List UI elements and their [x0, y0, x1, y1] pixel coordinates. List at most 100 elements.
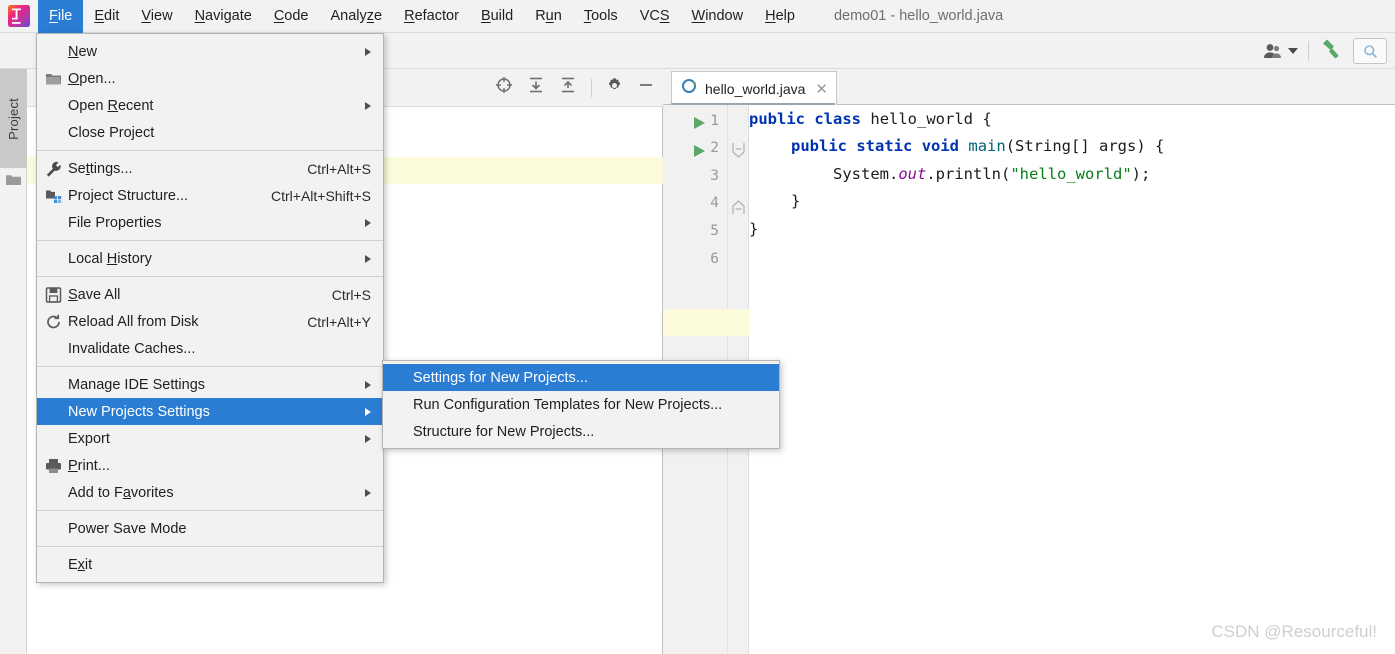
menu-item-invalidate-caches-label: Invalidate Caches... [68, 340, 196, 357]
code-system: System. [833, 165, 899, 183]
menu-item-settings-shortcut: Ctrl+Alt+S [307, 160, 371, 177]
code-paren: ( [1001, 165, 1011, 183]
submenu-item-structure-for-new-projects[interactable]: Structure for New Projects... [383, 418, 779, 445]
hide-panel-icon[interactable] [637, 76, 655, 99]
line-number: 6 [710, 251, 719, 267]
menu-item-settings[interactable]: Settings... Ctrl+Alt+S [37, 155, 383, 182]
menu-item-export[interactable]: Export [37, 425, 383, 452]
close-icon[interactable]: ✕ [815, 80, 828, 98]
sidebar-item-project[interactable]: Project [0, 69, 27, 168]
menu-window[interactable]: Window [681, 0, 755, 33]
submenu-arrow-icon [365, 407, 371, 416]
folder-icon [6, 173, 21, 186]
menu-separator [37, 276, 383, 277]
menu-item-print[interactable]: Print... [37, 452, 383, 479]
menu-view[interactable]: View [130, 0, 183, 33]
locate-target-icon[interactable] [495, 76, 513, 99]
menu-build[interactable]: Build [470, 0, 524, 33]
save-floppy-icon [45, 286, 62, 303]
code-classname: hello_world [870, 110, 974, 128]
java-class-icon [682, 78, 698, 99]
watermark: CSDN @Resourceful! [1211, 622, 1377, 641]
code-line-1: public class hello_world { [749, 106, 1395, 133]
menu-item-power-save-mode-label: Power Save Mode [68, 520, 187, 537]
menu-item-local-history[interactable]: Local History [37, 245, 383, 272]
menu-vcs[interactable]: VCS [629, 0, 681, 33]
code-kw: void [921, 137, 960, 155]
menu-item-reload-all-from-disk-shortcut: Ctrl+Alt+Y [307, 313, 371, 330]
menu-edit-mnemonic: E [94, 8, 105, 24]
submenu-item-run-configuration-templates[interactable]: Run Configuration Templates for New Proj… [383, 391, 779, 418]
menu-item-open[interactable]: Open... [37, 65, 383, 92]
code-method: main [968, 137, 1006, 155]
fold-region-close-icon[interactable] [732, 200, 745, 220]
code-string: "hello_world" [1010, 165, 1132, 183]
expand-all-icon[interactable] [527, 76, 545, 99]
menu-item-file-properties[interactable]: File Properties [37, 209, 383, 236]
editor-tab-hello-world[interactable]: hello_world.java ✕ [671, 71, 837, 105]
menu-item-new[interactable]: New [37, 38, 383, 65]
menu-bar: File Edit View Navigate Code Analyze Ref… [0, 0, 1395, 33]
chevron-down-icon[interactable] [1288, 48, 1298, 54]
menu-item-local-history-pre: Local [68, 250, 107, 267]
line-number: 4 [710, 195, 719, 211]
menu-item-open-recent[interactable]: Open Recent [37, 92, 383, 119]
search-icon [1363, 44, 1377, 58]
menu-refactor[interactable]: Refactor [393, 0, 470, 33]
menu-navigate[interactable]: Navigate [184, 0, 263, 33]
menu-item-local-history-mnemonic: H [106, 250, 118, 267]
submenu-arrow-icon [365, 47, 371, 56]
menu-item-reload-all-from-disk[interactable]: Reload All from Disk Ctrl+Alt+Y [37, 308, 383, 335]
menu-tools[interactable]: Tools [573, 0, 629, 33]
menu-item-open-recent-mnemonic: R [107, 97, 118, 114]
code-line-4: } [749, 188, 1395, 215]
menu-build-mnemonic: B [480, 8, 491, 24]
submenu-item-settings-for-new-projects[interactable]: Settings for New Projects... [383, 364, 779, 391]
menu-item-save-all-shortcut: Ctrl+S [331, 286, 371, 303]
menu-help[interactable]: Help [754, 0, 806, 33]
menu-item-file-properties-label: File Properties [68, 214, 162, 231]
menu-separator [37, 510, 383, 511]
file-menu-dropdown: New Open... Open Recent Close Project Se… [36, 33, 384, 583]
menu-analyze[interactable]: Analyze [320, 0, 394, 33]
menu-item-open-rest: pen... [79, 70, 116, 87]
menu-separator [37, 546, 383, 547]
code-line-2: public static void main(String[] args) { [749, 133, 1395, 160]
run-main-gutter-icon[interactable] [693, 144, 706, 163]
code-kw: public [749, 110, 805, 128]
menu-item-invalidate-caches[interactable]: Invalidate Caches... [37, 335, 383, 362]
code-brace: { [982, 110, 992, 128]
search-everywhere-button[interactable] [1353, 38, 1387, 64]
menu-item-print-rest: rint... [77, 457, 110, 474]
editor-tab-label: hello_world.java [705, 80, 806, 97]
menu-item-project-structure[interactable]: Project Structure... Ctrl+Alt+Shift+S [37, 182, 383, 209]
menu-item-exit[interactable]: Exit [37, 551, 383, 578]
submenu-arrow-icon [365, 101, 371, 110]
menu-item-manage-ide-settings[interactable]: Manage IDE Settings [37, 371, 383, 398]
menu-vcs-mnemonic: S [659, 8, 670, 24]
settings-gear-icon[interactable] [606, 77, 623, 99]
menu-file[interactable]: File [38, 0, 84, 33]
run-class-gutter-icon[interactable] [693, 116, 706, 135]
wrench-icon [45, 160, 62, 177]
menu-edit[interactable]: Edit [83, 0, 130, 33]
menu-item-power-save-mode[interactable]: Power Save Mode [37, 515, 383, 542]
editor-code[interactable]: public class hello_world { public static… [749, 105, 1395, 654]
collapse-all-icon[interactable] [559, 76, 577, 99]
menu-item-add-to-favorites[interactable]: Add to Favorites [37, 479, 383, 506]
user-account-icon[interactable] [1263, 42, 1298, 60]
menu-item-add-to-favorites-rest: vorites [130, 484, 174, 501]
menu-run[interactable]: Run [524, 0, 573, 33]
fold-region-open-icon[interactable] [732, 143, 745, 163]
menu-item-save-all[interactable]: Save All Ctrl+S [37, 281, 383, 308]
menu-help-mnemonic: H [765, 8, 776, 24]
menu-code[interactable]: Code [263, 0, 320, 33]
menu-item-close-project[interactable]: Close Project [37, 119, 383, 146]
menu-refactor-mnemonic: R [404, 8, 415, 24]
code-dot: . [926, 165, 936, 183]
hammer-build-icon[interactable] [1319, 37, 1343, 66]
menu-window-mnemonic: W [691, 8, 706, 24]
menu-item-new-projects-settings[interactable]: New Projects Settings [37, 398, 383, 425]
menu-item-exit-pre: E [68, 556, 78, 573]
menu-run-mnemonic: u [545, 8, 554, 24]
